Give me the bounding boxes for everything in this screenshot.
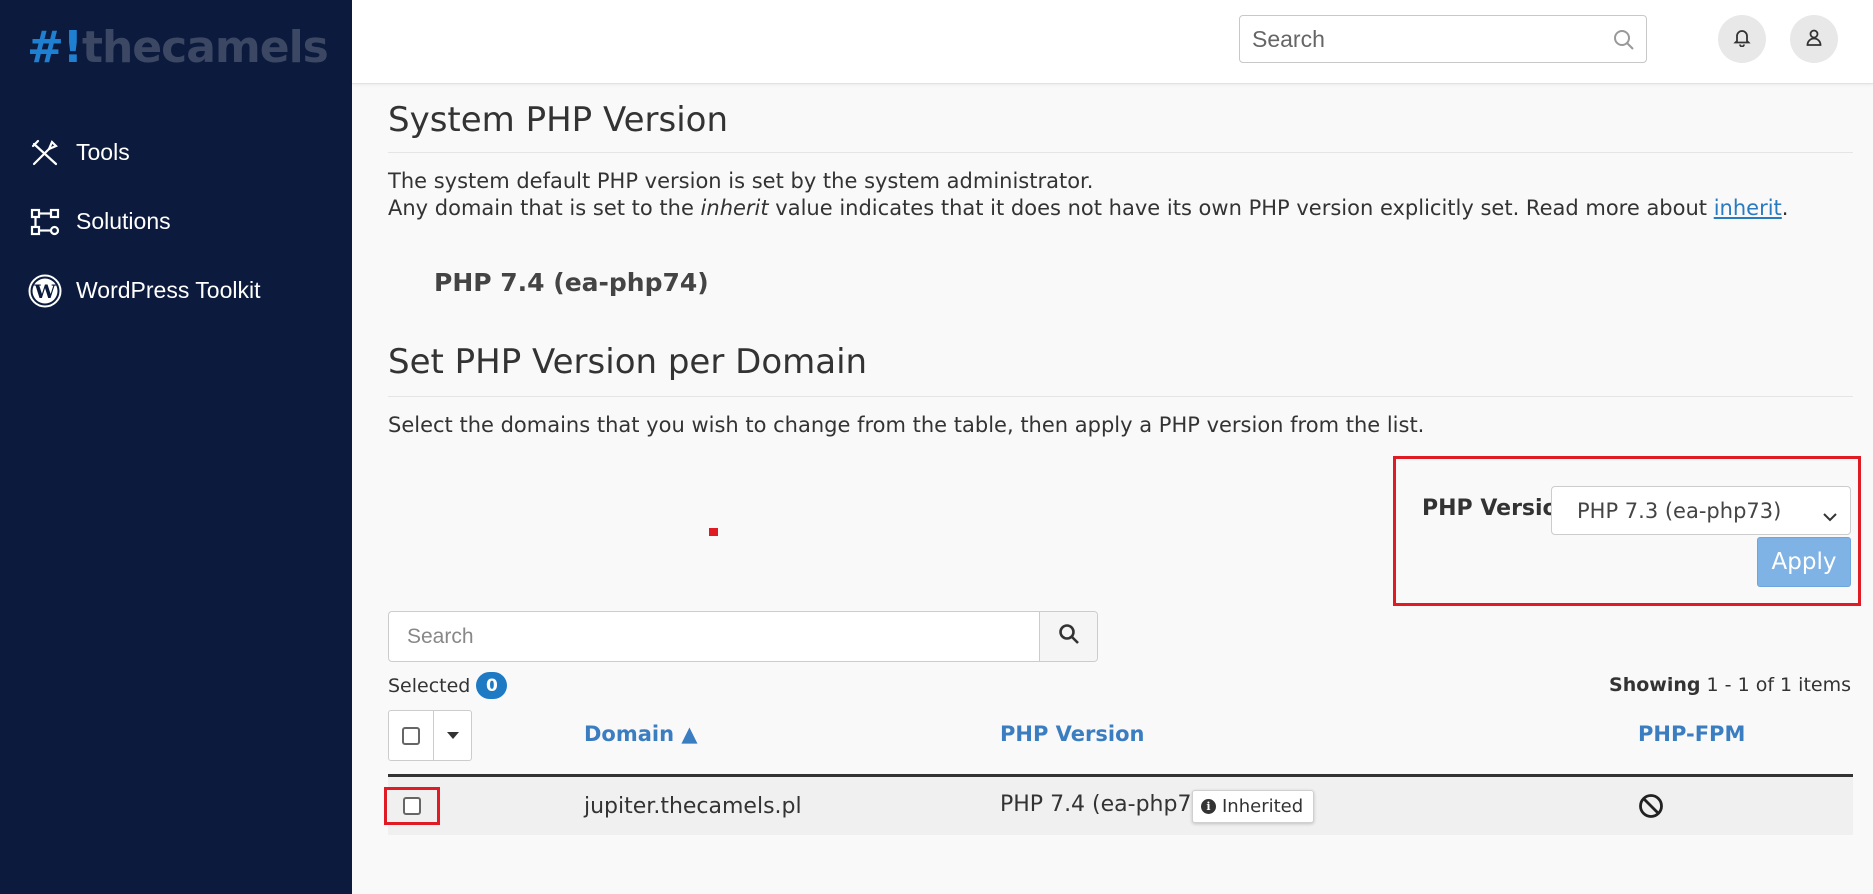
showing-range: 1 - 1 of 1 items [1700,674,1851,696]
selected-count: Selected 0 [388,672,508,699]
desc-text: . [1781,196,1789,220]
select-all-checkbox-wrap [388,710,434,761]
wordpress-icon: W [28,274,62,308]
top-header [352,0,1873,84]
global-search [1239,15,1647,63]
info-icon: i [1201,799,1216,814]
svg-text:W: W [33,281,56,303]
sidebar-item-wordpress-toolkit[interactable]: W WordPress Toolkit [0,256,352,325]
per-domain-description: Select the domains that you wish to chan… [388,413,1425,437]
divider [388,396,1853,397]
inherited-tag: i Inherited [1192,790,1315,823]
chevron-down-icon [1822,504,1838,528]
sidebar-item-label: WordPress Toolkit [76,277,261,303]
divider [388,152,1853,153]
row-checkbox[interactable] [403,797,421,815]
main-content: System PHP Version The system default PH… [352,84,1873,894]
desc-emphasis: inherit [700,196,769,220]
column-header-php-version[interactable]: PHP Version [1000,722,1144,746]
php-version-select[interactable]: PHP 7.3 (ea-php73) [1551,486,1851,535]
user-menu-button[interactable] [1790,15,1838,63]
domain-search [388,611,1098,662]
disabled-icon [1638,793,1664,824]
column-header-php-fpm[interactable]: PHP-FPM [1638,722,1745,746]
solutions-icon [28,205,62,239]
desc-line-2: Any domain that is set to the inherit va… [388,195,1788,222]
sidebar-item-solutions[interactable]: Solutions [0,187,352,256]
user-icon [1804,27,1824,52]
cursor-marker [709,528,718,536]
domain-search-input[interactable] [389,612,1039,661]
per-domain-title: Set PHP Version per Domain [388,342,868,382]
sidebar-item-label: Solutions [76,208,171,234]
domain-search-button[interactable] [1039,612,1097,661]
inherit-link[interactable]: inherit [1714,196,1782,220]
selected-badge: 0 [476,672,508,699]
select-all-checkbox[interactable] [402,726,420,745]
sidebar: #!thecamels Tools Solutions W WordPress … [0,0,352,894]
tools-icon [28,136,62,170]
system-php-version: PHP 7.4 (ea-php74) [434,268,709,297]
search-icon[interactable] [1612,28,1636,57]
global-search-input[interactable] [1240,16,1646,62]
system-php-description: The system default PHP version is set by… [388,168,1788,222]
brand-logo[interactable]: #!thecamels [27,22,329,74]
desc-line-1: The system default PHP version is set by… [388,169,1094,193]
inherited-label: Inherited [1222,796,1304,817]
row-php-version: PHP 7.4 (ea-php74) [1000,792,1215,817]
desc-text: Any domain that is set to the [388,196,701,220]
select-options-toggle[interactable] [433,710,472,761]
sidebar-item-tools[interactable]: Tools [0,118,352,187]
php-version-selected: PHP 7.3 (ea-php73) [1577,498,1782,523]
sidebar-item-label: Tools [76,139,130,165]
logo-hash: #! [27,22,83,73]
showing-label: Showing [1609,674,1701,696]
row-domain: jupiter.thecamels.pl [584,794,802,819]
column-header-domain[interactable]: Domain ▲ [584,722,698,746]
notifications-button[interactable] [1718,15,1766,63]
system-php-title: System PHP Version [388,100,728,140]
sidebar-nav: Tools Solutions W WordPress Toolkit [0,118,352,325]
desc-text: value indicates that it does not have it… [768,196,1714,220]
showing-items: Showing 1 - 1 of 1 items [1609,674,1851,696]
row-checkbox-highlight [384,787,440,825]
logo-name: thecamels [81,22,329,73]
selected-label: Selected [388,674,471,697]
bell-icon [1732,27,1752,52]
search-icon [1058,623,1080,650]
caret-down-icon [446,727,459,745]
apply-button[interactable]: Apply [1757,537,1851,587]
